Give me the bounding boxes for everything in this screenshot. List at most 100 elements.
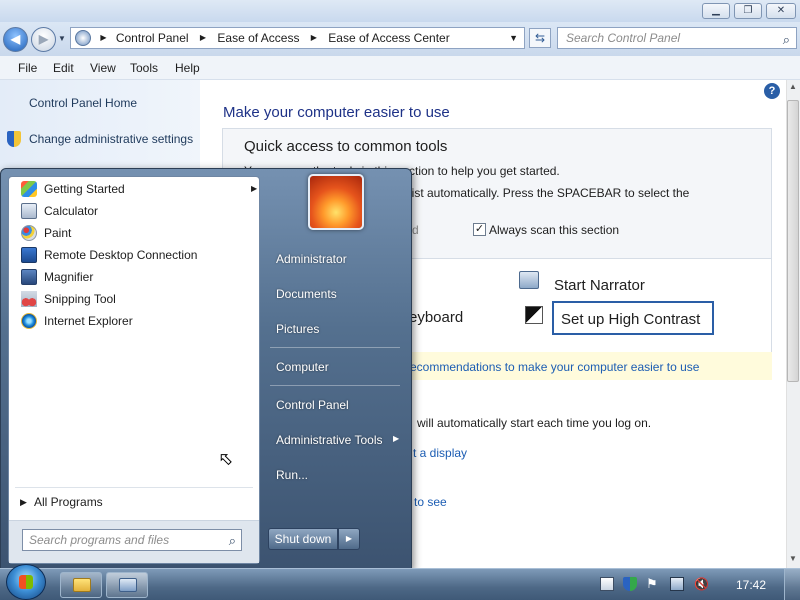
shutdown-options-button[interactable]: ▶ — [338, 528, 360, 550]
search-control-panel-input[interactable]: Search Control Panel ⌕ — [557, 27, 797, 49]
breadcrumb-separator: ▶ — [310, 33, 317, 42]
shutdown-arrow-icon: ▶ — [345, 534, 353, 543]
start-button[interactable] — [6, 564, 46, 600]
taskbar-explorer-button[interactable] — [60, 572, 102, 598]
breadcrumb-separator: ▶ — [199, 33, 207, 42]
recommendation-link[interactable]: ecommendations to make your computer eas… — [410, 360, 699, 374]
control-panel-taskbar-icon — [119, 578, 137, 592]
to-see-link[interactable]: to see — [414, 495, 447, 509]
recent-pages-dropdown[interactable]: ▼ — [58, 34, 66, 43]
network-icon[interactable] — [670, 577, 684, 591]
on-screen-keyboard-link[interactable]: eyboard — [409, 309, 463, 326]
program-label: Snipping Tool — [44, 292, 116, 306]
program-item-paint[interactable]: Paint — [21, 223, 257, 243]
remote-desktop-icon — [21, 247, 37, 263]
page-title: Make your computer easier to use — [223, 104, 450, 121]
back-arrow-icon: ◀ — [10, 32, 21, 46]
divider — [270, 385, 400, 386]
breadcrumb-separator: ▶ — [100, 33, 107, 42]
getting-started-icon — [21, 181, 37, 197]
shutdown-button[interactable]: Shut down — [268, 528, 338, 550]
menu-tools[interactable]: Tools — [130, 61, 158, 75]
start-link-run[interactable]: Run... — [276, 468, 308, 482]
start-link-administrative-tools[interactable]: Administrative Tools — [276, 433, 383, 447]
change-admin-settings-link[interactable]: Change administrative settings — [29, 132, 193, 146]
scroll-up-icon[interactable]: ▲ — [789, 82, 797, 91]
refresh-button[interactable]: ⇆ — [529, 28, 551, 48]
snipping-tool-icon — [21, 291, 37, 307]
search-icon[interactable]: ⌕ — [783, 30, 790, 50]
group-description-3: d — [412, 223, 419, 237]
start-narrator-link[interactable]: Start Narrator — [554, 277, 645, 294]
menu-view[interactable]: View — [90, 61, 116, 75]
breadcrumb-control-panel[interactable]: Control Panel — [116, 28, 189, 48]
forward-button[interactable]: ▶ — [31, 27, 56, 52]
all-programs-arrow-icon: ▶ — [20, 497, 27, 507]
start-menu-programs-panel: Getting Started ▶ Calculator Paint Remot… — [8, 176, 260, 564]
display-link[interactable]: t a display — [413, 446, 467, 460]
flag-icon[interactable]: ⚑ — [646, 577, 660, 591]
program-item-remote-desktop[interactable]: Remote Desktop Connection — [21, 245, 257, 265]
clock[interactable]: 17:42 — [736, 578, 766, 592]
program-item-snipping-tool[interactable]: Snipping Tool — [21, 289, 257, 309]
address-dropdown-icon[interactable]: ▼ — [509, 28, 518, 48]
group-title: Quick access to common tools — [244, 138, 448, 155]
program-item-internet-explorer[interactable]: Internet Explorer — [21, 311, 257, 331]
high-contrast-icon — [525, 306, 543, 324]
windows-logo-icon — [19, 575, 33, 589]
program-label: Getting Started — [44, 182, 125, 196]
refresh-icon: ⇆ — [534, 31, 546, 45]
control-panel-home-link[interactable]: Control Panel Home — [29, 96, 137, 110]
all-programs-label: All Programs — [34, 495, 103, 509]
minimize-button[interactable]: ▁ — [702, 3, 730, 19]
user-picture[interactable] — [308, 174, 364, 230]
start-link-control-panel[interactable]: Control Panel — [276, 398, 349, 412]
help-icon[interactable]: ? — [764, 83, 780, 99]
start-link-pictures[interactable]: Pictures — [276, 322, 319, 336]
high-contrast-label: Set up High Contrast — [561, 311, 701, 328]
navigation-bar: ◀ ▶ ▼ ▶ Control Panel ▶ Ease of Access ▶… — [0, 22, 800, 56]
search-icon: ⌕ — [228, 533, 236, 548]
breadcrumb-ease-of-access-center[interactable]: Ease of Access Center — [328, 28, 449, 48]
security-shield-icon[interactable] — [623, 577, 637, 591]
program-label: Calculator — [44, 204, 99, 218]
shutdown-label: Shut down — [274, 532, 332, 546]
breadcrumb-ease-of-access[interactable]: Ease of Access — [217, 28, 299, 48]
start-link-administrator[interactable]: Administrator — [276, 252, 347, 266]
internet-explorer-icon — [21, 313, 37, 329]
close-button[interactable]: ✕ — [766, 3, 796, 19]
calculator-icon — [21, 203, 37, 219]
start-link-computer[interactable]: Computer — [276, 360, 329, 374]
program-item-getting-started[interactable]: Getting Started ▶ — [21, 179, 257, 199]
show-desktop-button[interactable] — [784, 569, 800, 600]
always-scan-label[interactable]: Always scan this section — [489, 223, 619, 237]
start-search-placeholder: Search programs and files — [29, 533, 170, 547]
volume-muted-icon[interactable]: 🔇 — [694, 577, 709, 591]
narrator-icon — [519, 271, 539, 289]
address-bar[interactable]: ▶ Control Panel ▶ Ease of Access ▶ Ease … — [70, 27, 525, 49]
menu-file[interactable]: File — [18, 61, 37, 75]
program-label: Remote Desktop Connection — [44, 248, 198, 262]
divider — [270, 347, 400, 348]
action-center-icon[interactable] — [600, 577, 614, 591]
folder-icon — [73, 578, 91, 592]
magnifier-icon — [21, 269, 37, 285]
submenu-arrow-icon: ▶ — [393, 434, 400, 443]
scroll-down-icon[interactable]: ▼ — [789, 554, 797, 563]
back-button[interactable]: ◀ — [3, 27, 28, 52]
scrollbar-thumb[interactable] — [787, 100, 799, 382]
autostart-text: will automatically start each time you l… — [417, 416, 652, 430]
program-item-calculator[interactable]: Calculator — [21, 201, 257, 221]
divider — [15, 487, 253, 488]
menu-help[interactable]: Help — [175, 61, 200, 75]
always-scan-checkbox[interactable]: ✓ — [473, 223, 486, 236]
start-search-input[interactable]: Search programs and files ⌕ — [22, 529, 242, 551]
group-description-2: list automatically. Press the SPACEBAR t… — [409, 186, 690, 200]
program-label: Paint — [44, 226, 72, 240]
maximize-button[interactable]: ❐ — [734, 3, 762, 19]
taskbar-control-panel-button[interactable] — [106, 572, 148, 598]
start-link-documents[interactable]: Documents — [276, 287, 337, 301]
program-item-magnifier[interactable]: Magnifier — [21, 267, 257, 287]
all-programs-button[interactable]: ▶ All Programs — [17, 491, 253, 513]
menu-edit[interactable]: Edit — [53, 61, 74, 75]
